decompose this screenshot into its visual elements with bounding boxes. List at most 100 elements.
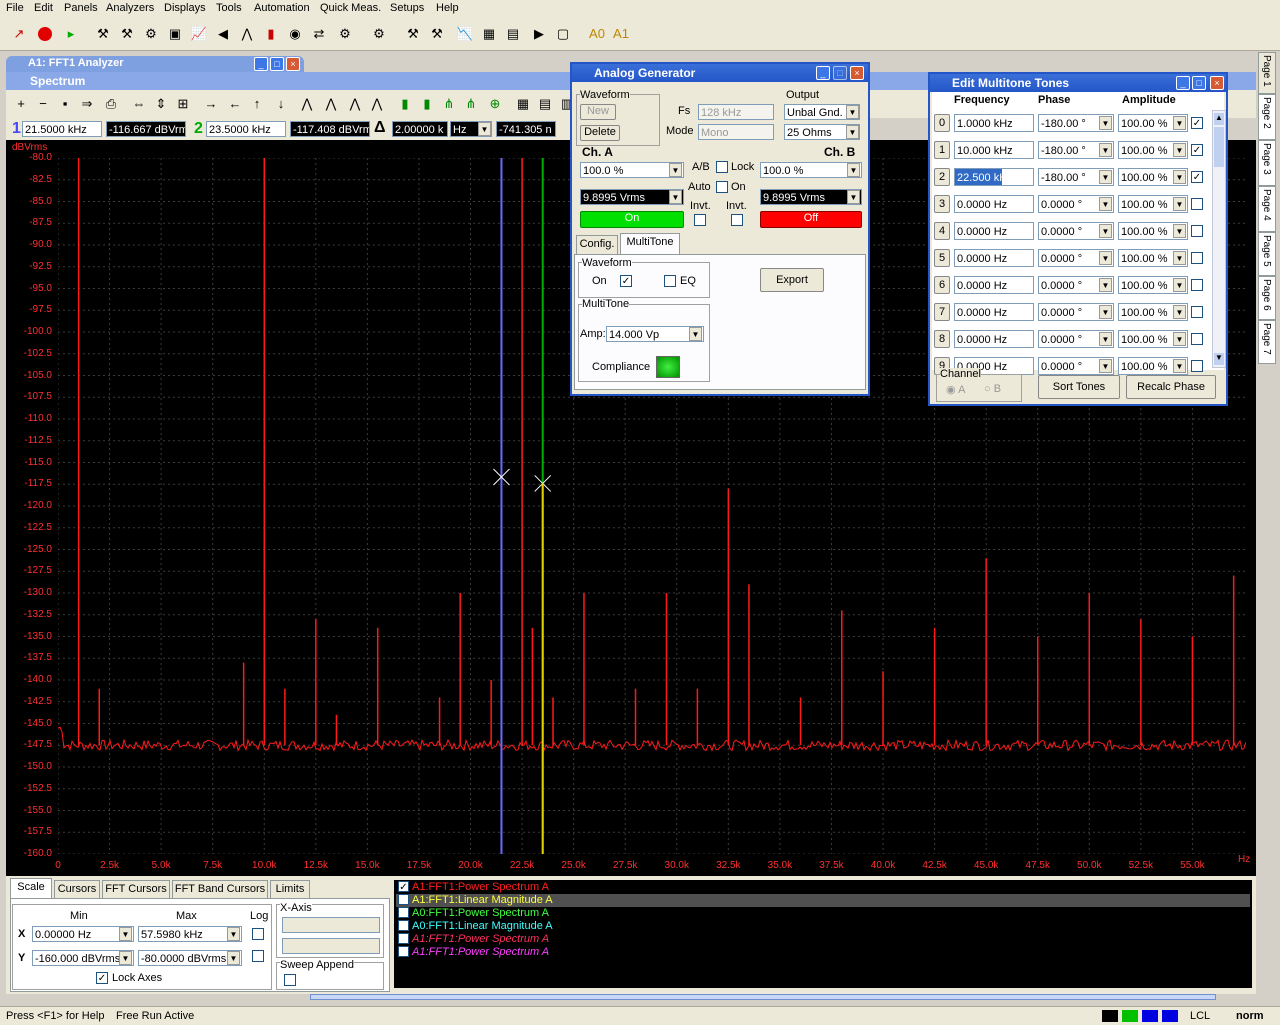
- a0-icon[interactable]: A0: [588, 25, 606, 43]
- tab-limits[interactable]: Limits: [270, 880, 310, 898]
- channel-b-radio[interactable]: ○ B: [984, 383, 1001, 395]
- legend-checkbox[interactable]: [398, 894, 409, 905]
- export-icon[interactable]: ⇒: [78, 95, 96, 113]
- tools-icon[interactable]: ⚒: [428, 25, 446, 43]
- legend-checkbox[interactable]: ✓: [398, 881, 409, 893]
- harmonic-icon[interactable]: ⋔: [440, 95, 458, 113]
- tones-scrollbar[interactable]: ▲ ▼: [1212, 110, 1226, 368]
- chevron-down-icon[interactable]: ▼: [1099, 116, 1112, 130]
- switch-icon[interactable]: ⇄: [310, 25, 328, 43]
- wrench-icon[interactable]: ⚒: [404, 25, 422, 43]
- menu-tools[interactable]: Tools: [216, 2, 242, 14]
- harmonic2-icon[interactable]: ⋔: [462, 95, 480, 113]
- chevron-down-icon[interactable]: ▼: [1099, 305, 1112, 319]
- chevron-down-icon[interactable]: ▼: [1173, 224, 1186, 238]
- mode-select[interactable]: Mono: [698, 124, 774, 140]
- menu-file[interactable]: File: [6, 2, 24, 14]
- minimize-icon[interactable]: _: [1176, 76, 1190, 90]
- chevron-down-icon[interactable]: ▼: [1173, 305, 1186, 319]
- meter-icon[interactable]: ▣: [166, 25, 184, 43]
- sweep-icon[interactable]: ⚙: [142, 25, 160, 43]
- menu-analyzers[interactable]: Analyzers: [106, 2, 154, 14]
- chevron-down-icon[interactable]: ▼: [1099, 197, 1112, 211]
- fit-y-icon[interactable]: ⇕: [152, 95, 170, 113]
- scroll-up-icon[interactable]: ▲: [1214, 113, 1224, 125]
- up-arrow-icon[interactable]: ↑: [248, 95, 266, 113]
- peak-next-icon[interactable]: ⋀: [368, 95, 386, 113]
- page-tab-5[interactable]: Page 5: [1258, 232, 1276, 276]
- tone-frequency-field[interactable]: 10.000 kHz: [954, 141, 1034, 159]
- target-icon[interactable]: ⊕: [486, 95, 504, 113]
- stop-icon[interactable]: [36, 25, 54, 43]
- scroll-down-icon[interactable]: ▼: [1214, 353, 1224, 365]
- chevron-down-icon[interactable]: ▼: [846, 105, 859, 119]
- arrow-icon[interactable]: ↗: [10, 25, 28, 43]
- remove-trace-icon[interactable]: −: [34, 95, 52, 113]
- menu-displays[interactable]: Displays: [164, 2, 206, 14]
- legend-checkbox[interactable]: [398, 946, 409, 957]
- page-tab-3[interactable]: Page 3: [1258, 140, 1276, 186]
- fit-all-icon[interactable]: ⊞: [174, 95, 192, 113]
- chevron-down-icon[interactable]: ▼: [1099, 143, 1112, 157]
- filter-icon[interactable]: ⋀: [238, 25, 256, 43]
- menu-quick-meas[interactable]: Quick Meas.: [320, 2, 381, 14]
- tone-frequency-field[interactable]: 0.0000 Hz: [954, 195, 1034, 213]
- tab-fft-cursors[interactable]: FFT Cursors: [102, 880, 170, 898]
- film-icon[interactable]: ▤: [504, 25, 522, 43]
- chevron-down-icon[interactable]: ▼: [1173, 116, 1186, 130]
- tab-scale[interactable]: Scale: [10, 878, 52, 898]
- chevron-down-icon[interactable]: ▼: [669, 190, 682, 204]
- chevron-down-icon[interactable]: ▼: [1173, 143, 1186, 157]
- tone-frequency-field[interactable]: 0.0000 Hz: [954, 222, 1034, 240]
- x-log-checkbox[interactable]: [252, 928, 264, 940]
- bar-icon[interactable]: ▮: [396, 95, 414, 113]
- lock-axes-checkbox[interactable]: ✓: [96, 972, 108, 984]
- tone-row-index[interactable]: 1: [934, 141, 950, 159]
- chevron-down-icon[interactable]: ▼: [847, 163, 860, 177]
- maximize-icon[interactable]: □: [270, 57, 284, 71]
- menu-edit[interactable]: Edit: [34, 2, 53, 14]
- right-arrow-icon[interactable]: →: [202, 95, 220, 113]
- chevron-down-icon[interactable]: ▼: [1173, 278, 1186, 292]
- page-tab-1[interactable]: Page 1: [1258, 52, 1276, 94]
- menu-setups[interactable]: Setups: [390, 2, 424, 14]
- legend-item[interactable]: A0:FFT1:Linear Magnitude A: [396, 920, 1250, 933]
- cha-on-button[interactable]: On: [580, 211, 684, 228]
- step-icon[interactable]: ▶: [530, 25, 548, 43]
- cursor1-freq[interactable]: 21.5000 kHz: [22, 121, 102, 137]
- chevron-down-icon[interactable]: ▼: [1099, 278, 1112, 292]
- table-view-icon[interactable]: ▤: [536, 95, 554, 113]
- channel-a-radio[interactable]: ◉ A: [946, 383, 965, 396]
- chevron-down-icon[interactable]: ▼: [1173, 170, 1186, 184]
- tone-frequency-field[interactable]: 0.0000 Hz: [954, 249, 1034, 267]
- tone-enabled-checkbox[interactable]: ✓: [1191, 171, 1203, 183]
- chevron-down-icon[interactable]: ▼: [1099, 224, 1112, 238]
- menu-automation[interactable]: Automation: [254, 2, 310, 14]
- horizontal-scrollbar[interactable]: [310, 994, 1216, 1000]
- close-icon[interactable]: ×: [850, 66, 864, 80]
- y-log-checkbox[interactable]: [252, 950, 264, 962]
- export-button[interactable]: Export: [760, 268, 824, 292]
- x-axis-select-2[interactable]: [282, 938, 380, 954]
- sweep-append-checkbox[interactable]: [284, 974, 296, 986]
- chevron-down-icon[interactable]: ▼: [1099, 170, 1112, 184]
- page-tab-4[interactable]: Page 4: [1258, 186, 1276, 232]
- snapshot-icon[interactable]: ▦: [514, 95, 532, 113]
- bars-icon[interactable]: ▮: [262, 25, 280, 43]
- chevron-down-icon[interactable]: ▼: [1173, 332, 1186, 346]
- close-icon[interactable]: ×: [1210, 76, 1224, 90]
- tab-config[interactable]: Config.: [576, 235, 618, 255]
- legend-item[interactable]: ✓ A1:FFT1:Power Spectrum A: [396, 881, 1250, 894]
- chevron-down-icon[interactable]: ▼: [227, 951, 240, 965]
- tone-row-index[interactable]: 0: [934, 114, 950, 132]
- speaker-icon[interactable]: ◀: [214, 25, 232, 43]
- tone-enabled-checkbox[interactable]: [1191, 279, 1203, 291]
- tone-enabled-checkbox[interactable]: [1191, 360, 1203, 372]
- tone-enabled-checkbox[interactable]: [1191, 198, 1203, 210]
- chevron-down-icon[interactable]: ▼: [119, 927, 132, 941]
- tone-enabled-checkbox[interactable]: [1191, 333, 1203, 345]
- recalc-phase-button[interactable]: Recalc Phase: [1126, 375, 1216, 399]
- new-button[interactable]: New: [580, 104, 616, 120]
- legend-item[interactable]: A0:FFT1:Power Spectrum A: [396, 907, 1250, 920]
- chevron-down-icon[interactable]: ▼: [1099, 359, 1112, 373]
